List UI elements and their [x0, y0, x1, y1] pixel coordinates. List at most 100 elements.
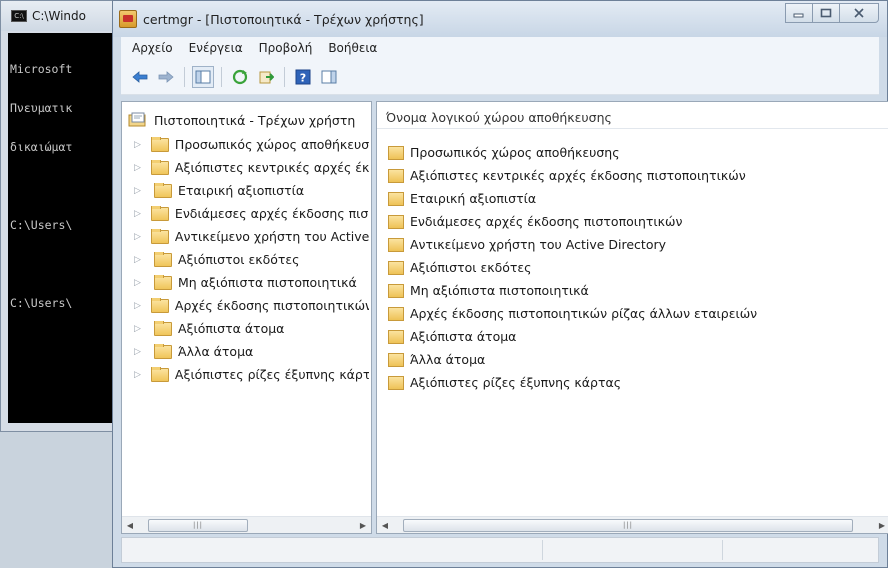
tree-horizontal-scrollbar[interactable]: ◀ ||| ▶ — [122, 516, 371, 533]
results-horizontal-scrollbar[interactable]: ◀ ||| ▶ — [377, 516, 888, 533]
scroll-thumb[interactable]: ||| — [403, 518, 853, 532]
tree-item-personal[interactable]: ▷ Προσωπικός χώρος αποθήκευσης — [134, 137, 369, 152]
list-item-trusted-root-ca[interactable]: Αξιόπιστες κεντρικές αρχές έκδοσης πιστο… — [388, 168, 746, 183]
tree-item-label: Μη αξιόπιστα πιστοποιητικά — [178, 275, 357, 290]
tree-root-label: Πιστοποιητικά - Τρέχων χρήστη — [154, 112, 356, 128]
menu-action[interactable]: Ενέργεια — [182, 41, 252, 55]
menu-help[interactable]: Βοήθεια — [321, 41, 386, 55]
toolbar-separator — [221, 66, 222, 87]
list-item-other-people[interactable]: Άλλα άτομα — [388, 352, 485, 367]
list-item-enterprise-trust[interactable]: Εταιρική αξιοπιστία — [388, 191, 536, 206]
maximize-button[interactable] — [812, 3, 840, 23]
tree-root-certificates-current-user[interactable]: Πιστοποιητικά - Τρέχων χρήστη — [128, 112, 355, 128]
folder-icon — [154, 252, 172, 267]
tree-item-label: Ενδιάμεσες αρχές έκδοσης πιστοποιητικών — [174, 206, 369, 221]
tree-item-untrusted-certificates[interactable]: ▷ Μη αξιόπιστα πιστοποιητικά — [134, 275, 369, 290]
tree-item-label: Αρχές έκδοσης πιστοποιητικών ρίζας άλλων… — [174, 298, 369, 313]
cert-store-folder-icon — [388, 375, 404, 390]
column-header-store-name[interactable]: Όνομα λογικού χώρου αποθήκευσης — [377, 102, 888, 129]
scroll-left-arrow-icon[interactable]: ◀ — [377, 518, 393, 533]
minimize-button[interactable] — [785, 3, 813, 23]
cert-store-folder-icon — [388, 237, 404, 252]
expand-arrow-icon[interactable]: ▷ — [134, 278, 144, 288]
tree-item-other-people[interactable]: ▷ Άλλα άτομα — [134, 344, 369, 359]
folder-icon — [150, 137, 169, 152]
expand-arrow-icon[interactable]: ▷ — [134, 324, 144, 334]
folder-icon — [154, 275, 172, 290]
list-item-personal[interactable]: Προσωπικός χώρος αποθήκευσης — [388, 145, 620, 160]
close-button[interactable] — [839, 3, 879, 23]
expand-arrow-icon[interactable]: ▷ — [134, 370, 141, 380]
certmgr-app-icon[interactable] — [119, 10, 137, 28]
expand-arrow-icon[interactable]: ▷ — [134, 301, 141, 311]
cert-store-folder-icon — [388, 214, 404, 229]
console-line: C:\Users\ — [10, 218, 73, 232]
tree-item-trusted-people[interactable]: ▷ Αξιόπιστα άτομα — [134, 321, 369, 336]
list-item-trusted-people[interactable]: Αξιόπιστα άτομα — [388, 329, 516, 344]
help-button[interactable]: ? — [292, 66, 314, 88]
list-item-label: Άλλα άτομα — [410, 352, 486, 367]
list-item-smart-card-trusted-roots[interactable]: Αξιόπιστες ρίζες έξυπνης κάρτας — [388, 375, 621, 390]
list-item-trusted-publishers[interactable]: Αξιόπιστοι εκδότες — [388, 260, 532, 275]
console-titlebar[interactable]: C:\ C:\Windo — [1, 1, 129, 31]
list-item-intermediate-ca[interactable]: Ενδιάμεσες αρχές έκδοσης πιστοποιητικών — [388, 214, 682, 229]
expand-arrow-icon[interactable]: ▷ — [134, 347, 144, 357]
console-title: C:\Windo — [32, 9, 86, 23]
export-list-button[interactable] — [255, 66, 277, 88]
cert-store-folder-icon — [388, 145, 404, 160]
tree-item-label: Αξιόπιστοι εκδότες — [178, 252, 300, 267]
svg-text:?: ? — [300, 71, 306, 84]
scroll-thumb[interactable]: ||| — [148, 518, 248, 532]
list-item-label: Αξιόπιστες κεντρικές αρχές έκδοσης πιστο… — [410, 168, 746, 183]
console-window[interactable]: C:\ C:\Windo Microsoft Πνευματικ δικαιώμ… — [0, 0, 130, 432]
refresh-button[interactable] — [229, 66, 251, 88]
scroll-right-arrow-icon[interactable]: ▶ — [355, 518, 371, 533]
window-titlebar[interactable]: certmgr - [Πιστοποιητικά - Τρέχων χρήστη… — [113, 1, 887, 37]
tree-item-intermediate-ca[interactable]: ▷ Ενδιάμεσες αρχές έκδοσης πιστοποιητικώ… — [134, 206, 369, 221]
window-title: certmgr - [Πιστοποιητικά - Τρέχων χρήστη… — [143, 11, 424, 27]
folder-icon — [154, 344, 172, 359]
list-item-ad-user-object[interactable]: Αντικείμενο χρήστη του Active Directory — [388, 237, 666, 252]
list-item-untrusted-certificates[interactable]: Μη αξιόπιστα πιστοποιητικά — [388, 283, 589, 298]
tree-item-third-party-root-ca[interactable]: ▷ Αρχές έκδοσης πιστοποιητικών ρίζας άλλ… — [134, 298, 369, 313]
certificates-snapin-icon — [128, 112, 146, 127]
show-hide-console-tree-button[interactable] — [192, 65, 214, 88]
list-item-third-party-root-ca[interactable]: Αρχές έκδοσης πιστοποιητικών ρίζας άλλων… — [388, 306, 757, 321]
menu-view[interactable]: Προβολή — [252, 41, 322, 55]
tree-item-label: Εταιρική αξιοπιστία — [178, 183, 305, 198]
status-divider — [542, 540, 543, 560]
cert-store-folder-icon — [388, 191, 404, 206]
console-output[interactable]: Microsoft Πνευματικ δικαιώματ C:\Users\ … — [8, 33, 129, 423]
refresh-icon — [232, 69, 248, 84]
folder-icon — [150, 206, 169, 221]
scroll-left-arrow-icon[interactable]: ◀ — [122, 518, 138, 533]
folder-icon — [154, 183, 172, 198]
menu-file[interactable]: Αρχείο — [125, 41, 182, 55]
console-tree-icon — [195, 70, 211, 83]
export-list-icon — [259, 71, 274, 83]
tree-item-enterprise-trust[interactable]: ▷ Εταιρική αξιοπιστία — [134, 183, 369, 198]
tree-item-trusted-publishers[interactable]: ▷ Αξιόπιστοι εκδότες — [134, 252, 369, 267]
expand-arrow-icon[interactable]: ▷ — [134, 163, 141, 173]
expand-arrow-icon[interactable]: ▷ — [134, 232, 141, 242]
scroll-right-arrow-icon[interactable]: ▶ — [874, 518, 888, 533]
scroll-track[interactable]: ||| — [393, 518, 874, 533]
results-pane[interactable]: Όνομα λογικού χώρου αποθήκευσης Προσωπικ… — [376, 101, 888, 534]
forward-icon — [158, 70, 174, 83]
forward-button[interactable] — [155, 66, 177, 88]
expand-arrow-icon[interactable]: ▷ — [134, 140, 141, 150]
console-tree-pane[interactable]: Πιστοποιητικά - Τρέχων χρήστη ▷ Προσωπικ… — [121, 101, 372, 534]
list-item-label: Αντικείμενο χρήστη του Active Directory — [410, 237, 667, 252]
back-button[interactable] — [129, 66, 151, 88]
expand-arrow-icon[interactable]: ▷ — [134, 186, 144, 196]
expand-arrow-icon[interactable]: ▷ — [134, 209, 141, 219]
expand-arrow-icon[interactable]: ▷ — [134, 255, 144, 265]
tree-item-label: Αξιόπιστες ρίζες έξυπνης κάρτας — [174, 367, 369, 382]
action-pane-icon — [321, 70, 337, 83]
action-pane-button[interactable] — [318, 66, 340, 88]
scroll-track[interactable]: ||| — [138, 518, 355, 533]
tree-item-ad-user-object[interactable]: ▷ Αντικείμενο χρήστη του Active Director… — [134, 229, 369, 244]
tree-item-trusted-root-ca[interactable]: ▷ Αξιόπιστες κεντρικές αρχές έκδοσης πισ… — [134, 160, 369, 175]
tree-item-smart-card-trusted-roots[interactable]: ▷ Αξιόπιστες ρίζες έξυπνης κάρτας — [134, 367, 369, 382]
